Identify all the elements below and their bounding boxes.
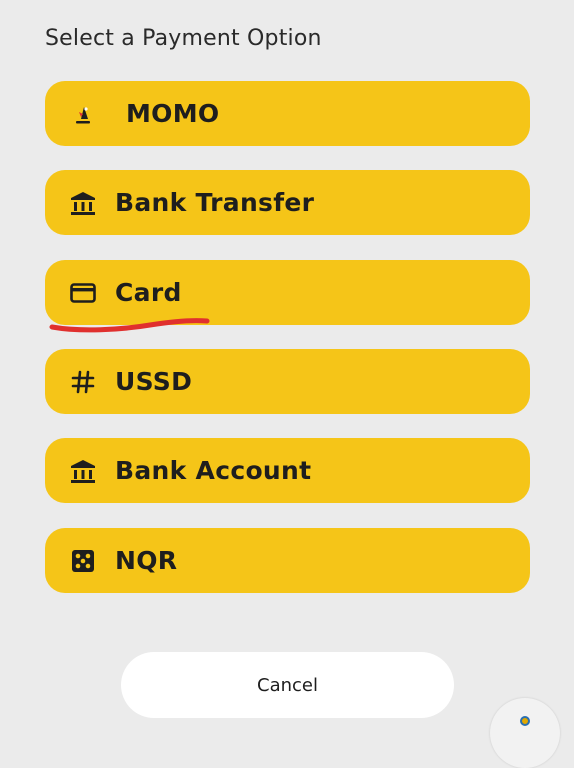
cancel-button[interactable]: Cancel <box>121 652 454 718</box>
assistant-icon <box>520 716 530 726</box>
floating-assistant-button[interactable] <box>490 698 560 768</box>
underline-annotation <box>49 318 210 333</box>
